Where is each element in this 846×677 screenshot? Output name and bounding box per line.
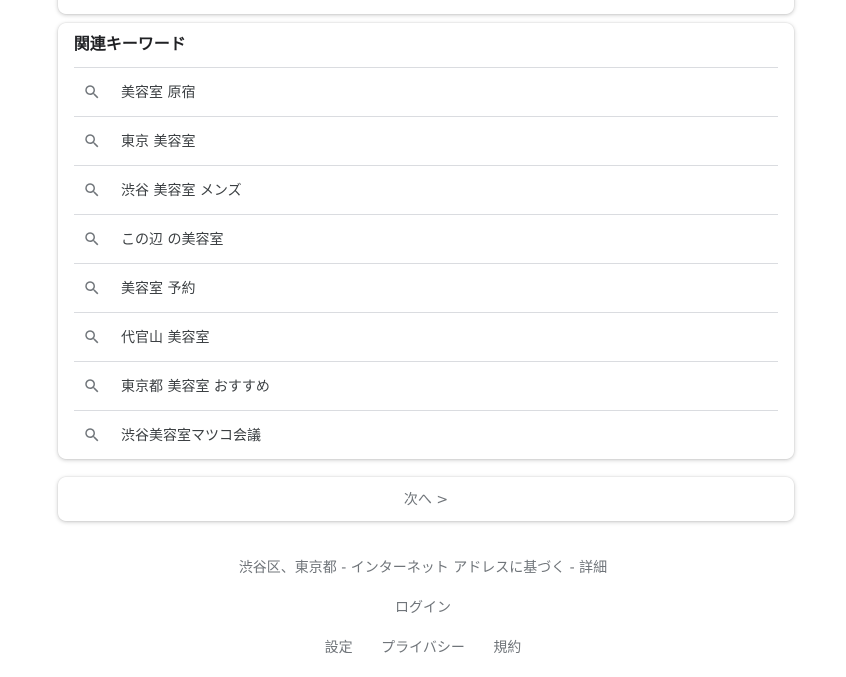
search-icon (85, 134, 99, 148)
search-icon (85, 330, 99, 344)
terms-link[interactable]: 規約 (493, 640, 521, 656)
settings-link[interactable]: 設定 (325, 640, 353, 656)
related-keyword-label: 東京 美容室 (121, 134, 196, 150)
related-keyword-label: 代官山 美容室 (121, 330, 210, 346)
related-keyword-item[interactable]: 代官山 美容室 (74, 312, 778, 361)
search-icon (85, 232, 99, 246)
previous-result-card (58, 0, 794, 14)
related-keyword-label: 美容室 原宿 (121, 85, 196, 101)
related-keyword-item[interactable]: 東京都 美容室 おすすめ (74, 361, 778, 410)
related-keyword-item[interactable]: 渋谷美容室マツコ会議 (74, 410, 778, 459)
related-keyword-label: この辺 の美容室 (121, 232, 224, 248)
related-keyword-item[interactable]: 美容室 予約 (74, 263, 778, 312)
search-icon (85, 183, 99, 197)
search-icon (85, 85, 99, 99)
search-icon (85, 281, 99, 295)
next-page-button[interactable]: 次へ > (58, 477, 794, 521)
location-text: 渋谷区、東京都 - インターネット アドレスに基づく - (238, 560, 580, 576)
search-icon (85, 379, 99, 393)
related-keywords-title: 関連キーワード (74, 34, 187, 53)
privacy-link[interactable]: プライバシー (381, 640, 465, 656)
related-keyword-label: 渋谷美容室マツコ会議 (121, 428, 261, 444)
related-keyword-item[interactable]: 渋谷 美容室 メンズ (74, 165, 778, 214)
related-keyword-label: 美容室 予約 (121, 281, 196, 297)
footer-location: 渋谷区、東京都 - インターネット アドレスに基づく - 詳細 (0, 557, 846, 577)
related-keywords-card: 関連キーワード 美容室 原宿 東京 美容室 渋谷 美容室 メンズ この辺 の美容… (58, 23, 794, 459)
related-keyword-item[interactable]: この辺 の美容室 (74, 214, 778, 263)
login-link[interactable]: ログイン (0, 597, 846, 617)
related-keyword-item[interactable]: 美容室 原宿 (74, 67, 778, 116)
footer-links: 設定 プライバシー 規約 (0, 637, 846, 657)
related-keywords-list: 美容室 原宿 東京 美容室 渋谷 美容室 メンズ この辺 の美容室 美容室 予約… (74, 67, 778, 459)
search-icon (85, 428, 99, 442)
location-details-link[interactable]: 詳細 (579, 560, 607, 576)
next-page-label: 次へ > (403, 492, 449, 508)
related-keyword-label: 東京都 美容室 おすすめ (121, 379, 270, 395)
related-keyword-item[interactable]: 東京 美容室 (74, 116, 778, 165)
related-keyword-label: 渋谷 美容室 メンズ (121, 183, 242, 199)
